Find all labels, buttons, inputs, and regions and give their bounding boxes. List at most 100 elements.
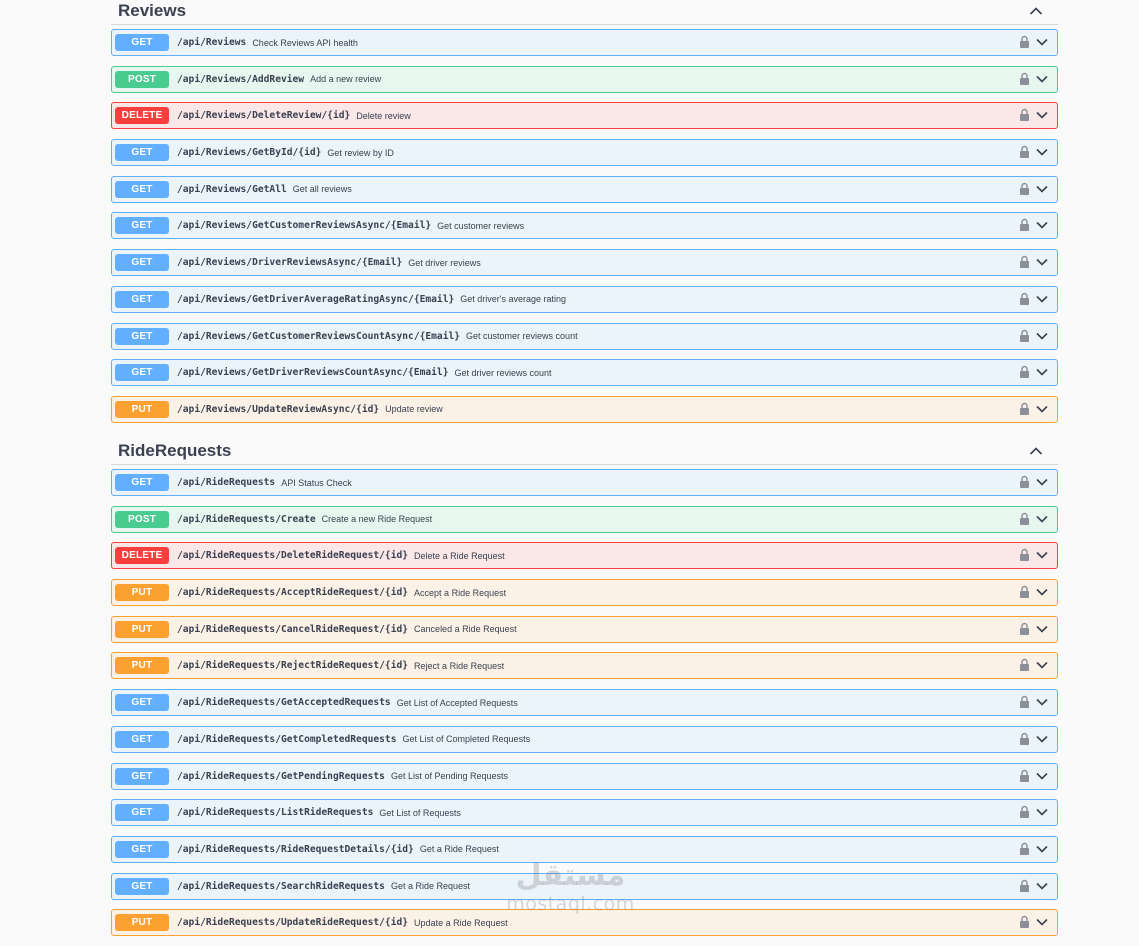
lock-icon[interactable] [1019, 402, 1030, 416]
chevron-down-icon[interactable] [1035, 512, 1049, 526]
chevron-down-icon[interactable] [1035, 329, 1049, 343]
chevron-down-icon[interactable] [1035, 218, 1049, 232]
chevron-down-icon[interactable] [1035, 842, 1049, 856]
lock-icon[interactable] [1019, 769, 1030, 783]
operation-summary: Get customer reviews count [466, 331, 578, 341]
method-badge: GET [115, 804, 169, 822]
operation-row[interactable]: GET/api/Reviews/GetCustomerReviewsCountA… [111, 322, 1058, 350]
operation-summary: Get all reviews [292, 184, 352, 195]
lock-icon[interactable] [1019, 585, 1030, 599]
operation-summary: Get List of Requests [379, 807, 461, 818]
chevron-down-icon[interactable] [1035, 585, 1049, 599]
operation-path: /api/Reviews/GetById/{id} [177, 147, 322, 159]
operation-row[interactable]: POST/api/Reviews/AddReview Add a new revi… [111, 65, 1058, 93]
method-badge: POST [115, 510, 169, 528]
operation-row[interactable]: PUT/api/RideRequests/CancelRideRequest/{… [111, 615, 1058, 643]
chevron-down-icon[interactable] [1035, 805, 1049, 819]
lock-icon[interactable] [1019, 622, 1030, 636]
lock-icon[interactable] [1019, 695, 1030, 709]
section-header[interactable]: Reviews [111, 0, 1058, 25]
operation-row[interactable]: GET/api/RideRequests/RideRequestDetails/… [111, 835, 1058, 863]
operation-row[interactable]: DELETE/api/Reviews/DeleteReview/{id} Dele… [111, 102, 1058, 130]
lock-icon[interactable] [1019, 805, 1030, 819]
operation-row[interactable]: GET/api/Reviews/DriverReviewsAsync/{Emai… [111, 249, 1058, 277]
chevron-down-icon[interactable] [1035, 548, 1049, 562]
chevron-down-icon[interactable] [1035, 72, 1049, 86]
operation-row[interactable]: GET/api/RideRequests/GetCompletedRequest… [111, 725, 1058, 753]
method-badge: DELETE [115, 547, 169, 565]
operation-actions [1019, 72, 1049, 86]
chevron-down-icon[interactable] [1035, 475, 1049, 489]
operation-actions [1019, 695, 1049, 709]
chevron-down-icon[interactable] [1035, 145, 1049, 159]
section-header[interactable]: RideRequests [111, 437, 1058, 465]
operation-actions [1019, 548, 1049, 562]
operation-row[interactable]: GET/api/Reviews/GetAll Get all reviews [111, 175, 1058, 203]
lock-icon[interactable] [1019, 365, 1030, 379]
operation-summary: Get a Ride Request [390, 881, 470, 892]
chevron-down-icon[interactable] [1035, 35, 1049, 49]
chevron-down-icon[interactable] [1035, 732, 1049, 746]
chevron-down-icon[interactable] [1035, 622, 1049, 636]
operation-row[interactable]: GET/api/RideRequests/GetPendingRequests G… [111, 762, 1058, 790]
lock-icon[interactable] [1019, 879, 1030, 893]
operation-row[interactable]: GET/api/Reviews/GetCustomerReviewsAsync/… [111, 212, 1058, 240]
operation-row[interactable]: GET/api/RideRequests/ListRideRequests Get… [111, 799, 1058, 827]
lock-icon[interactable] [1019, 329, 1030, 343]
chevron-down-icon[interactable] [1035, 365, 1049, 379]
method-badge: PUT [115, 914, 169, 932]
operation-path: /api/RideRequests/CancelRideRequest/{id} [177, 623, 409, 635]
chevron-down-icon[interactable] [1035, 879, 1049, 893]
chevron-down-icon[interactable] [1035, 108, 1049, 122]
lock-icon[interactable] [1019, 732, 1030, 746]
lock-icon[interactable] [1019, 35, 1030, 49]
lock-icon[interactable] [1019, 658, 1030, 672]
chevron-down-icon[interactable] [1035, 402, 1049, 416]
operation-summary: Accept a Ride Request [414, 587, 507, 598]
chevron-down-icon[interactable] [1035, 769, 1049, 783]
operation-actions [1019, 585, 1049, 599]
lock-icon[interactable] [1019, 475, 1030, 489]
operation-row[interactable]: POST/api/RideRequests/Create Create a new… [111, 505, 1058, 533]
operation-path: /api/RideRequests/UpdateRideRequest/{id} [177, 917, 409, 929]
lock-icon[interactable] [1019, 218, 1030, 232]
operation-summary: Canceled a Ride Request [414, 624, 517, 635]
operation-row[interactable]: GET/api/Reviews Check Reviews API health [111, 29, 1058, 56]
chevron-down-icon[interactable] [1035, 292, 1049, 306]
operations-list: GET/api/Reviews Check Reviews API health P… [111, 29, 1058, 423]
operation-summary: Get customer reviews [437, 220, 525, 231]
chevron-down-icon[interactable] [1035, 182, 1049, 196]
operation-row[interactable]: PUT/api/RideRequests/UpdateRideRequest/{… [111, 909, 1058, 937]
lock-icon[interactable] [1019, 145, 1030, 159]
lock-icon[interactable] [1019, 72, 1030, 86]
operation-path: /api/RideRequests/GetCompletedRequests [177, 733, 397, 745]
operation-row[interactable]: GET/api/Reviews/GetById/{id} Get review b… [111, 139, 1058, 167]
chevron-up-icon[interactable] [1022, 441, 1050, 461]
operation-row[interactable]: GET/api/RideRequests API Status Check [111, 469, 1058, 496]
chevron-down-icon[interactable] [1035, 658, 1049, 672]
chevron-down-icon[interactable] [1035, 695, 1049, 709]
operation-row[interactable]: GET/api/RideRequests/SearchRideRequests G… [111, 872, 1058, 900]
operation-path: /api/Reviews/GetDriverReviewsCountAsync/… [177, 367, 449, 379]
lock-icon[interactable] [1019, 915, 1030, 929]
chevron-up-icon[interactable] [1022, 1, 1050, 21]
operation-summary: API Status Check [281, 477, 352, 488]
lock-icon[interactable] [1019, 182, 1030, 196]
operation-row[interactable]: GET/api/Reviews/GetDriverReviewsCountAsy… [111, 359, 1058, 387]
chevron-down-icon[interactable] [1035, 255, 1049, 269]
operation-row[interactable]: PUT/api/RideRequests/RejectRideRequest/{… [111, 652, 1058, 680]
lock-icon[interactable] [1019, 255, 1030, 269]
operation-row[interactable]: PUT/api/Reviews/UpdateReviewAsync/{id} Up… [111, 395, 1058, 423]
operation-row[interactable]: DELETE/api/RideRequests/DeleteRideReques… [111, 542, 1058, 570]
lock-icon[interactable] [1019, 842, 1030, 856]
lock-icon[interactable] [1019, 108, 1030, 122]
method-badge: PUT [115, 400, 169, 418]
operation-row[interactable]: GET/api/RideRequests/GetAcceptedRequests… [111, 689, 1058, 717]
lock-icon[interactable] [1019, 512, 1030, 526]
lock-icon[interactable] [1019, 548, 1030, 562]
lock-icon[interactable] [1019, 292, 1030, 306]
operation-row[interactable]: GET/api/Reviews/GetDriverAverageRatingAs… [111, 285, 1058, 313]
operation-row[interactable]: PUT/api/RideRequests/AcceptRideRequest/{… [111, 579, 1058, 607]
chevron-down-icon[interactable] [1035, 915, 1049, 929]
method-badge: GET [115, 767, 169, 785]
